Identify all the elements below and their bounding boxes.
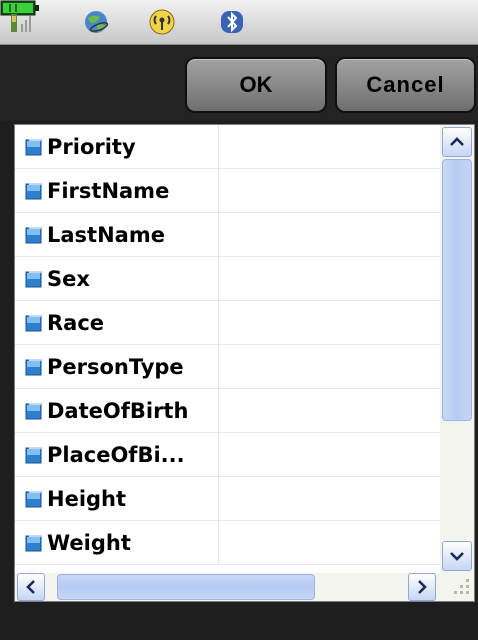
field-label: PersonType bbox=[47, 355, 184, 379]
list-item[interactable]: PlaceOfBi... bbox=[15, 433, 440, 477]
field-name-cell[interactable]: FirstName bbox=[15, 169, 219, 213]
field-name-cell[interactable]: Priority bbox=[15, 125, 219, 169]
scroll-up-button[interactable] bbox=[442, 127, 472, 157]
vertical-scroll-thumb[interactable] bbox=[442, 159, 472, 421]
field-icon bbox=[25, 403, 42, 420]
radio-icon[interactable] bbox=[148, 8, 176, 36]
signal-icon bbox=[11, 14, 31, 32]
field-name-cell[interactable]: Weight bbox=[15, 521, 219, 565]
field-name-cell[interactable]: Race bbox=[15, 301, 219, 345]
field-label: Race bbox=[47, 311, 105, 335]
list-item[interactable]: DateOfBirth bbox=[15, 389, 440, 433]
field-label: Weight bbox=[47, 531, 131, 555]
list-item[interactable]: Race bbox=[15, 301, 440, 345]
field-value-cell[interactable] bbox=[219, 257, 440, 301]
list-rows: Priority FirstName LastName Sex Race PersonTy… bbox=[15, 125, 440, 573]
field-list: Priority FirstName LastName Sex Race PersonTy… bbox=[14, 124, 475, 602]
field-icon bbox=[25, 535, 42, 552]
field-value-cell[interactable] bbox=[219, 125, 440, 169]
field-label: PlaceOfBi... bbox=[47, 443, 185, 467]
scroll-right-button[interactable] bbox=[408, 573, 436, 601]
field-label: Sex bbox=[47, 267, 90, 291]
field-value-cell[interactable] bbox=[219, 521, 440, 565]
field-value-cell[interactable] bbox=[219, 301, 440, 345]
field-name-cell[interactable]: PlaceOfBi... bbox=[15, 433, 219, 477]
bottom-bar bbox=[0, 604, 478, 640]
field-label: FirstName bbox=[47, 179, 170, 203]
field-name-cell[interactable]: LastName bbox=[15, 213, 219, 257]
grip-icon bbox=[454, 579, 469, 594]
field-value-cell[interactable] bbox=[219, 433, 440, 477]
field-value-cell[interactable] bbox=[219, 345, 440, 389]
field-icon bbox=[25, 139, 42, 156]
list-item[interactable]: Height bbox=[15, 477, 440, 521]
field-icon bbox=[25, 183, 42, 200]
field-value-cell[interactable] bbox=[219, 389, 440, 433]
field-label: Height bbox=[47, 487, 127, 511]
field-value-cell[interactable] bbox=[219, 169, 440, 213]
field-icon bbox=[25, 447, 42, 464]
horizontal-scrollbar[interactable] bbox=[15, 573, 440, 601]
status-bar bbox=[0, 0, 478, 45]
list-item[interactable]: PersonType bbox=[15, 345, 440, 389]
list-item[interactable]: Sex bbox=[15, 257, 440, 301]
vertical-scrollbar[interactable] bbox=[440, 125, 474, 573]
resize-grip[interactable] bbox=[440, 573, 474, 601]
field-name-cell[interactable]: DateOfBirth bbox=[15, 389, 219, 433]
field-name-cell[interactable]: PersonType bbox=[15, 345, 219, 389]
chevron-right-icon bbox=[418, 580, 427, 594]
field-name-cell[interactable]: Sex bbox=[15, 257, 219, 301]
chevron-down-icon bbox=[450, 552, 464, 561]
field-label: DateOfBirth bbox=[47, 399, 189, 423]
scroll-left-button[interactable] bbox=[17, 573, 45, 601]
scroll-down-button[interactable] bbox=[442, 541, 472, 571]
chevron-left-icon bbox=[26, 580, 35, 594]
list-item[interactable]: Priority bbox=[15, 125, 440, 169]
ok-button[interactable]: OK bbox=[185, 57, 327, 113]
field-name-cell[interactable]: Height bbox=[15, 477, 219, 521]
globe-icon[interactable] bbox=[82, 8, 110, 36]
cancel-button[interactable]: Cancel bbox=[335, 57, 476, 113]
toolbar: OK Cancel bbox=[0, 45, 478, 121]
field-value-cell[interactable] bbox=[219, 213, 440, 257]
list-item[interactable]: FirstName bbox=[15, 169, 440, 213]
field-icon bbox=[25, 271, 42, 288]
field-icon bbox=[25, 359, 42, 376]
field-icon bbox=[25, 227, 42, 244]
chevron-up-icon bbox=[450, 137, 464, 146]
field-icon bbox=[25, 315, 42, 332]
list-item[interactable]: LastName bbox=[15, 213, 440, 257]
field-label: LastName bbox=[47, 223, 165, 247]
field-icon bbox=[25, 491, 42, 508]
field-value-cell[interactable] bbox=[219, 477, 440, 521]
field-label: Priority bbox=[47, 135, 136, 159]
horizontal-scroll-thumb[interactable] bbox=[57, 574, 315, 600]
bluetooth-icon[interactable] bbox=[218, 8, 246, 36]
list-item[interactable]: Weight bbox=[15, 521, 440, 565]
